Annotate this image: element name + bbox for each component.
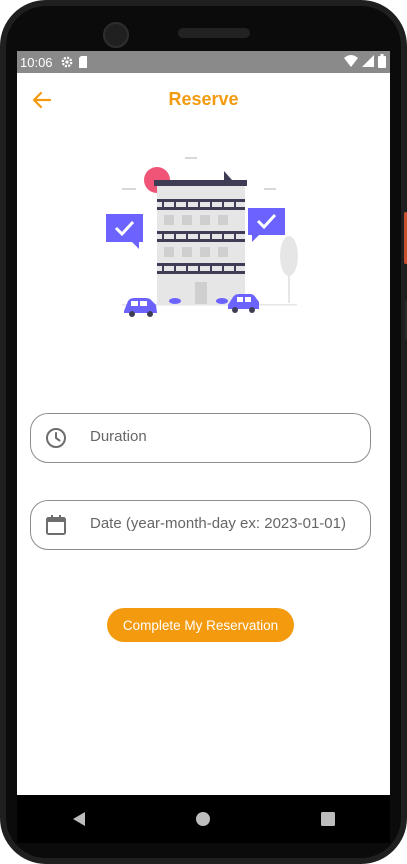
app-screen: 10:06 Reserve Duration Date (year-month-… [17, 51, 390, 795]
signal-icon [362, 55, 374, 67]
battery-icon [378, 54, 386, 68]
sim-card-icon [78, 56, 87, 68]
status-time: 10:06 [20, 54, 53, 70]
hotel-illustration [106, 157, 298, 317]
triangle-back-icon[interactable] [69, 809, 89, 829]
camera-icon [103, 22, 129, 48]
app-bar: Reserve [17, 73, 390, 129]
date-field[interactable]: Date (year-month-day ex: 2023-01-01) [30, 500, 371, 550]
clock-icon [46, 428, 66, 448]
circle-home-icon[interactable] [193, 809, 213, 829]
complete-reservation-button[interactable]: Complete My Reservation [107, 608, 294, 642]
phone-frame: 10:06 Reserve Duration Date (year-month-… [0, 0, 407, 864]
page-title: Reserve [168, 89, 239, 109]
status-bar: 10:06 [17, 51, 390, 73]
duration-field[interactable]: Duration [30, 413, 371, 463]
system-nav-bar [17, 795, 390, 843]
calendar-icon [46, 515, 66, 535]
speaker-grille [178, 28, 250, 38]
duration-placeholder: Duration [90, 428, 147, 445]
wifi-icon [344, 55, 358, 67]
date-placeholder: Date (year-month-day ex: 2023-01-01) [90, 515, 346, 532]
gear-icon [61, 56, 72, 68]
square-recents-icon[interactable] [318, 809, 338, 829]
